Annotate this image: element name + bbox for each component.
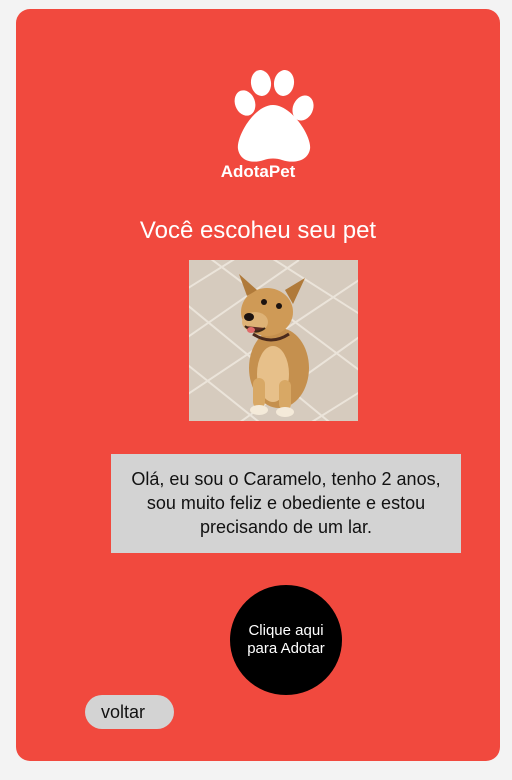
back-button-label: voltar [101, 702, 146, 722]
back-button[interactable]: voltar [85, 695, 174, 729]
adoption-card: AdotaPet Você escoheu seu pet Olá, eu so… [16, 9, 500, 761]
pet-description: Olá, eu sou o Caramelo, tenho 2 anos, so… [111, 454, 461, 553]
adopt-button[interactable]: Clique aqui para Adotar [230, 585, 342, 695]
dog-photo [189, 260, 358, 421]
adopt-button-label: Clique aqui para Adotar [247, 622, 325, 657]
brand-name: AdotaPet [220, 162, 296, 181]
page-title: Você escoheu seu pet [139, 217, 377, 244]
